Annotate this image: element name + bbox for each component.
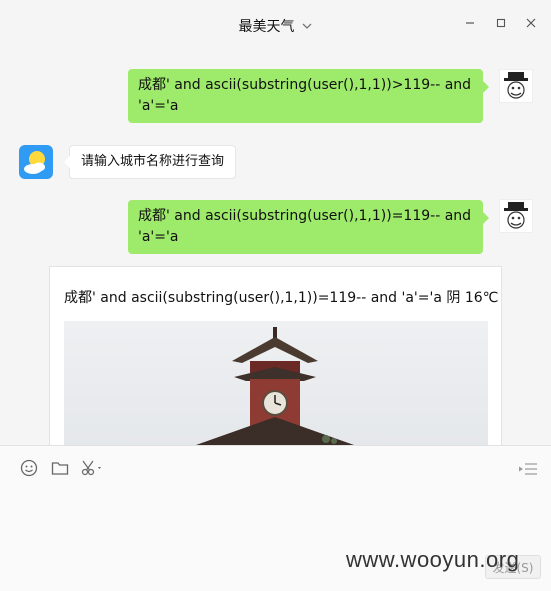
minimize-icon <box>466 22 474 24</box>
chevron-down-icon[interactable] <box>301 20 313 32</box>
avatar-troll-icon <box>504 202 528 229</box>
outgoing-message[interactable]: 成都' and ascii(substring(user(),1,1))=119… <box>128 200 489 254</box>
close-button[interactable] <box>524 16 538 30</box>
watermark: www.wooyun.org <box>346 547 520 572</box>
message-text: 请输入城市名称进行查询 <box>81 154 225 169</box>
incoming-message[interactable]: 请输入城市名称进行查询 <box>63 145 237 179</box>
window-title: 最美天气 <box>238 19 295 35</box>
message-text: 成都' and ascii(substring(user(),1,1))=119… <box>138 208 472 245</box>
avatar-troll-icon <box>504 72 528 99</box>
folder-icon[interactable] <box>50 458 70 478</box>
maximize-icon <box>496 18 506 28</box>
scissors-icon[interactable] <box>80 458 106 478</box>
bot-avatar[interactable] <box>19 145 53 179</box>
clock-tower-image <box>196 327 354 445</box>
emoji-icon[interactable] <box>19 458 39 478</box>
minimize-button[interactable] <box>463 16 477 30</box>
chat-history[interactable]: 成都' and ascii(substring(user(),1,1))>119… <box>0 52 551 445</box>
weather-card[interactable]: 成都' and ascii(substring(user(),1,1))=119… <box>49 266 502 445</box>
avatar[interactable] <box>499 199 533 233</box>
outgoing-message[interactable]: 成都' and ascii(substring(user(),1,1))>119… <box>128 69 489 123</box>
weather-sun-cloud-icon <box>24 151 45 174</box>
weather-photo[interactable] <box>64 321 488 445</box>
maximize-button[interactable] <box>494 16 508 30</box>
close-icon <box>526 18 536 28</box>
chat-history-icon[interactable] <box>518 462 538 476</box>
avatar[interactable] <box>499 69 533 103</box>
card-title: 成都' and ascii(substring(user(),1,1))=119… <box>64 290 499 306</box>
message-text: 成都' and ascii(substring(user(),1,1))>119… <box>138 77 472 114</box>
title-bar: 最美天气 <box>0 0 551 52</box>
